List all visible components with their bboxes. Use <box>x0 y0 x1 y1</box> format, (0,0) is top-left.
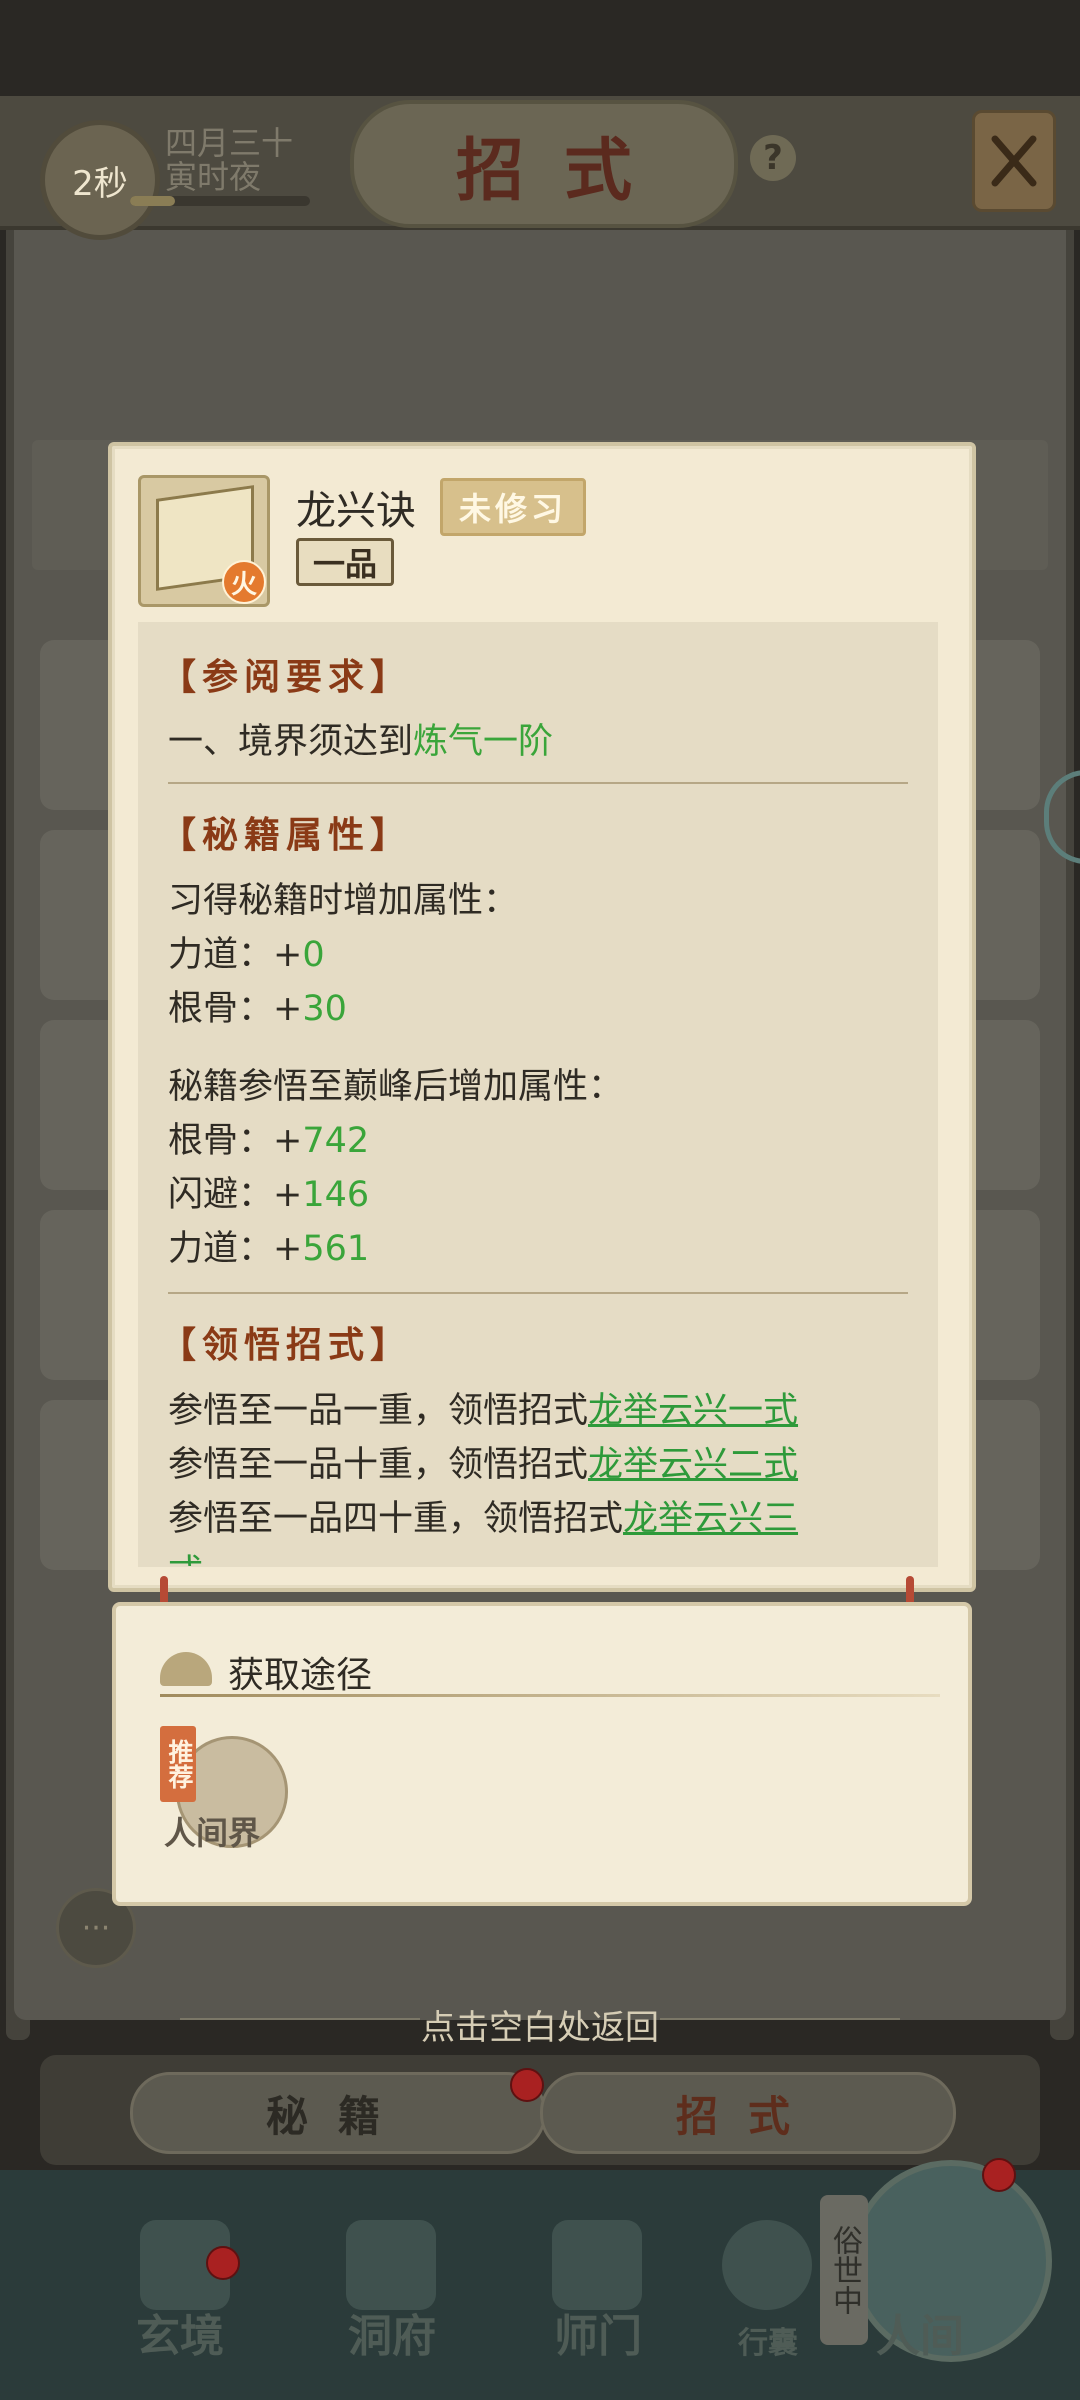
obtain-title: 获取途径 <box>228 1655 373 1696</box>
timer-progress-fill <box>130 196 175 206</box>
moves-title: 【领悟招式】 <box>160 1324 413 1366</box>
element-badge: 火 <box>222 560 266 604</box>
nav-xuanjing[interactable]: 玄境 <box>136 2300 224 2364</box>
notification-dot <box>982 2158 1016 2192</box>
attr-row: 根骨：+742 <box>168 1121 370 1161</box>
nav-xingnang[interactable]: 行囊 <box>738 2318 798 2362</box>
peak-attrs-heading: 秘籍参悟至巅峰后增加属性： <box>168 1067 624 1107</box>
notification-dot <box>206 2246 240 2280</box>
move-link[interactable]: 龙举云兴二式 <box>588 1445 798 1485</box>
obtain-divider <box>160 1694 940 1697</box>
requirement-line: 一、境界须达到炼气一阶 <box>168 722 554 762</box>
close-button[interactable] <box>972 110 1056 212</box>
attr-row: 力道：+561 <box>168 1229 370 1269</box>
attr-row: 闪避：+146 <box>168 1175 370 1215</box>
nav-shimen[interactable]: 师门 <box>554 2300 642 2364</box>
recommend-tag: 推荐 <box>160 1726 196 1802</box>
time-text: 寅时夜 <box>165 158 262 196</box>
section-divider <box>168 1292 908 1294</box>
grade-badge: 一品 <box>296 538 394 586</box>
timer-badge: 2秒 <box>40 120 160 240</box>
move-row: 参悟至一品一重，领悟招式龙举云兴一式 <box>168 1391 799 1431</box>
notification-dot <box>510 2068 544 2102</box>
move-link[interactable]: 龙举云兴一式 <box>588 1391 798 1431</box>
learn-attrs-heading: 习得秘籍时增加属性： <box>168 881 519 921</box>
page-title: 招式 <box>455 130 672 211</box>
item-name: 龙兴诀 <box>296 488 416 534</box>
close-icon <box>991 135 1037 187</box>
nav-renjian[interactable]: 人间 <box>876 2300 964 2364</box>
nav-dongfu[interactable]: 洞府 <box>348 2300 436 2364</box>
attributes-title: 【秘籍属性】 <box>160 814 413 856</box>
return-hint[interactable]: 点击空白处返回 <box>0 2000 1080 2049</box>
source-label: 人间界 <box>164 1814 261 1852</box>
tab-miji[interactable]: 秘籍 <box>130 2072 546 2154</box>
pagoda-icon <box>346 2220 436 2310</box>
move-link[interactable]: 龙举云兴三 <box>623 1499 798 1539</box>
help-icon[interactable]: ? <box>750 135 796 181</box>
bag-icon <box>722 2220 812 2310</box>
move-row: 参悟至一品四十重，领悟招式龙举云兴三 <box>168 1499 799 1539</box>
page-title-plaque: 招式 <box>350 100 738 228</box>
move-row: 参悟至一品十重，领悟招式龙举云兴二式 <box>168 1445 799 1485</box>
requirement-value: 炼气一阶 <box>413 722 554 762</box>
requirement-title: 【参阅要求】 <box>160 656 413 698</box>
sushi-tag: 俗世中 <box>820 2195 868 2345</box>
move-row-overflow: 式 <box>168 1544 203 1566</box>
tab-zhaoshi[interactable]: 招式 <box>540 2072 956 2154</box>
status-badge: 未修习 <box>440 478 586 536</box>
section-divider <box>168 782 908 784</box>
banner-icon <box>552 2220 642 2310</box>
attr-row: 力道：+0 <box>168 935 325 975</box>
attr-row: 根骨：+30 <box>168 989 347 1029</box>
